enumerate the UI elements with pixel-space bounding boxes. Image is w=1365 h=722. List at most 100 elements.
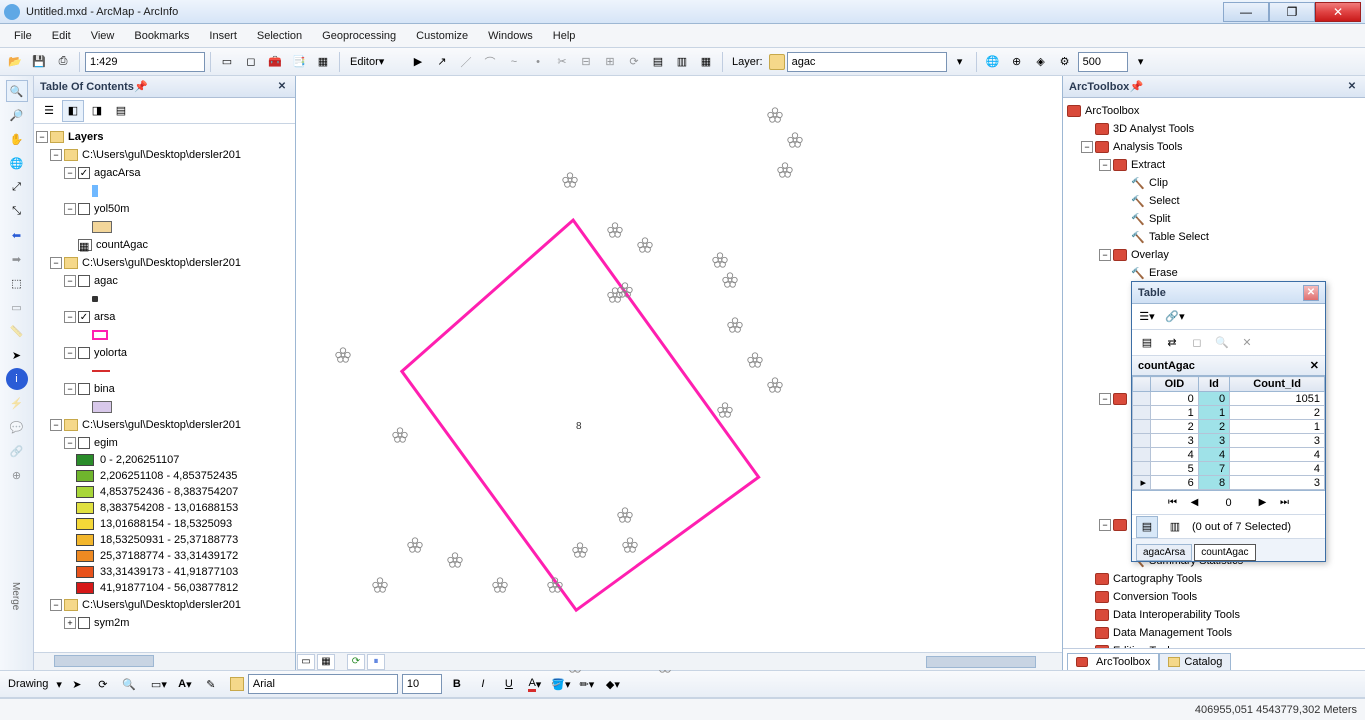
- drawing-label[interactable]: Drawing: [4, 678, 52, 690]
- edit-vertices-icon[interactable]: ↗: [431, 51, 453, 73]
- toolbox-window-icon[interactable]: 🧰: [264, 51, 286, 73]
- pin-icon[interactable]: 📌: [134, 80, 148, 94]
- expand-icon[interactable]: −: [1099, 249, 1111, 261]
- tree-symbol[interactable]: [546, 576, 564, 594]
- tree-symbol[interactable]: [621, 536, 639, 554]
- minimize-button[interactable]: —: [1223, 2, 1269, 22]
- font-select[interactable]: [248, 674, 398, 694]
- map-hscroll[interactable]: [386, 655, 1062, 669]
- legend-row[interactable]: 4,853752436 - 8,383754207: [36, 484, 293, 500]
- checkbox[interactable]: [78, 437, 90, 449]
- row-header[interactable]: ▸: [1133, 476, 1151, 490]
- delete-selected-icon[interactable]: ✕: [1236, 332, 1258, 354]
- maximize-button[interactable]: ❐: [1269, 2, 1315, 22]
- font-color-icon[interactable]: A▾: [524, 673, 546, 695]
- tree-symbol[interactable]: [636, 236, 654, 254]
- layer-sym2m[interactable]: sym2m: [94, 617, 129, 629]
- row-header[interactable]: [1133, 462, 1151, 476]
- legend-row[interactable]: 33,31439173 - 41,91877103: [36, 564, 293, 580]
- georef-icon[interactable]: 🌐: [982, 51, 1004, 73]
- show-all-icon[interactable]: ▤: [1136, 516, 1158, 538]
- hyperlink-icon[interactable]: ⚡: [6, 392, 28, 414]
- attributes-icon[interactable]: ▤: [647, 51, 669, 73]
- pointer-icon[interactable]: ➤: [6, 344, 28, 366]
- toc-group1[interactable]: C:\Users\gul\Desktop\dersler201: [82, 149, 241, 161]
- menu-bookmarks[interactable]: Bookmarks: [124, 26, 199, 46]
- expand-icon[interactable]: −: [64, 437, 76, 449]
- sketch-arc-icon[interactable]: ⌒: [479, 51, 501, 73]
- tree-symbol[interactable]: [561, 171, 579, 189]
- table-row[interactable]: 221: [1133, 420, 1325, 434]
- row-header[interactable]: [1133, 406, 1151, 420]
- next-record-icon[interactable]: ▶: [1255, 495, 1271, 511]
- tree-symbol[interactable]: [371, 576, 389, 594]
- tree-symbol[interactable]: [571, 541, 589, 559]
- layer-agac[interactable]: agac: [94, 275, 118, 287]
- pause-icon[interactable]: ⏸: [367, 654, 385, 670]
- python-icon[interactable]: ▦: [312, 51, 334, 73]
- menu-insert[interactable]: Insert: [199, 26, 247, 46]
- back-icon[interactable]: ⬅: [6, 224, 28, 246]
- switch-selection-icon[interactable]: ⇄: [1161, 332, 1183, 354]
- table-row[interactable]: 574: [1133, 462, 1325, 476]
- expand-icon[interactable]: −: [50, 257, 62, 269]
- print-icon[interactable]: ⎙: [52, 51, 74, 73]
- sketch-line-icon[interactable]: ／: [455, 51, 477, 73]
- list-by-selection-icon[interactable]: ▤: [110, 100, 132, 122]
- tree-symbol[interactable]: [711, 251, 729, 269]
- tree-symbol[interactable]: [786, 131, 804, 149]
- num-dropdown-icon[interactable]: ▾: [1130, 51, 1152, 73]
- zoom-selected-icon[interactable]: 🔍: [1211, 332, 1233, 354]
- pin-icon[interactable]: 📌: [1129, 80, 1143, 94]
- tree-symbol[interactable]: [616, 506, 634, 524]
- toc-group4[interactable]: C:\Users\gul\Desktop\dersler201: [82, 599, 241, 611]
- create-features-icon[interactable]: ▦: [695, 51, 717, 73]
- refresh-icon[interactable]: ⟳: [347, 654, 365, 670]
- identify-icon[interactable]: i: [6, 368, 28, 390]
- table-options-icon[interactable]: ☰▾: [1136, 306, 1158, 328]
- forward-icon[interactable]: ➡: [6, 248, 28, 270]
- expand-icon[interactable]: −: [64, 203, 76, 215]
- tree-symbol[interactable]: [446, 551, 464, 569]
- rotate-icon[interactable]: ⟳: [92, 673, 114, 695]
- zoom-control-icon[interactable]: 🔍: [118, 673, 140, 695]
- toolbox-item[interactable]: 🔨Select: [1067, 192, 1361, 210]
- table-grid[interactable]: OIDIdCount_Id001051112221333444574▸683: [1132, 376, 1325, 491]
- clear-selection-icon[interactable]: ◻: [240, 51, 262, 73]
- text-icon[interactable]: A▾: [174, 673, 196, 695]
- underline-icon[interactable]: U: [498, 673, 520, 695]
- georef-tool-icon[interactable]: ⊕: [1006, 51, 1028, 73]
- expand-icon[interactable]: −: [50, 599, 62, 611]
- layer-egim[interactable]: egim: [94, 437, 118, 449]
- column-header[interactable]: OID: [1151, 377, 1199, 392]
- layer-bina[interactable]: bina: [94, 383, 115, 395]
- table-close-icon[interactable]: ✕: [1303, 285, 1319, 301]
- merge-icon[interactable]: ⊞: [599, 51, 621, 73]
- first-record-icon[interactable]: ⏮: [1165, 495, 1181, 511]
- tree-symbol[interactable]: [606, 286, 624, 304]
- checkbox[interactable]: [78, 347, 90, 359]
- editor-dropdown[interactable]: Editor▾: [345, 51, 405, 73]
- tree-symbol[interactable]: [726, 316, 744, 334]
- sketch-point-icon[interactable]: •: [527, 51, 549, 73]
- save-icon[interactable]: 💾: [28, 51, 50, 73]
- georef-link-icon[interactable]: ◈: [1030, 51, 1052, 73]
- rectangle-icon[interactable]: ▭▾: [148, 673, 170, 695]
- row-header[interactable]: [1133, 420, 1151, 434]
- expand-icon[interactable]: −: [64, 167, 76, 179]
- data-view-icon[interactable]: ▭: [297, 654, 315, 670]
- toolbox-item[interactable]: 🔨Table Select: [1067, 228, 1361, 246]
- list-by-visibility-icon[interactable]: ◨: [86, 100, 108, 122]
- legend-row[interactable]: 41,91877104 - 56,03877812: [36, 580, 293, 596]
- expand-icon[interactable]: +: [64, 617, 76, 629]
- toolbox-item[interactable]: Data Management Tools: [1067, 624, 1361, 642]
- toc-close-icon[interactable]: ✕: [275, 80, 289, 94]
- zoom-in-icon[interactable]: 🔍: [6, 80, 28, 102]
- scale-input[interactable]: [85, 52, 205, 72]
- table-row[interactable]: ▸683: [1133, 476, 1325, 490]
- bold-icon[interactable]: B: [446, 673, 468, 695]
- tree-symbol[interactable]: [721, 271, 739, 289]
- transform-icon[interactable]: ⚙: [1054, 51, 1076, 73]
- legend-row[interactable]: 25,37188774 - 33,31439172: [36, 548, 293, 564]
- column-header[interactable]: Id: [1198, 377, 1229, 392]
